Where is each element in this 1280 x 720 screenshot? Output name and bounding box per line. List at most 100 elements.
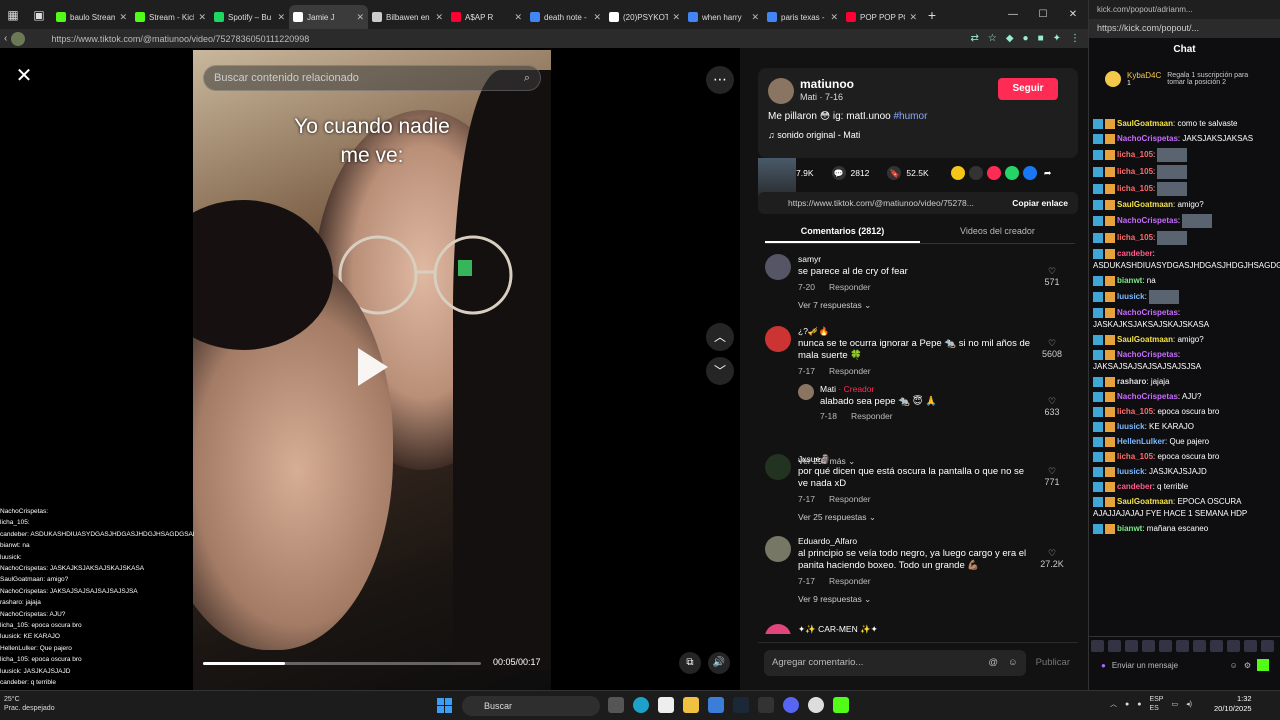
tab-close-icon[interactable]: ✕ bbox=[514, 12, 522, 23]
chat-username[interactable]: SaulGoatmaan bbox=[1117, 119, 1173, 128]
heart-icon[interactable]: ♡ bbox=[1037, 548, 1067, 559]
tab-close-icon[interactable]: ✕ bbox=[830, 12, 838, 23]
tab-close-icon[interactable]: ✕ bbox=[909, 12, 917, 23]
chat-username[interactable]: licha_105 bbox=[1117, 184, 1153, 193]
emoji-icon[interactable]: ☺ bbox=[1008, 657, 1018, 668]
facebook-icon[interactable] bbox=[1022, 166, 1037, 180]
creator-avatar[interactable] bbox=[798, 384, 814, 400]
emoji-icon[interactable]: ☺ bbox=[1230, 661, 1238, 670]
volume-icon[interactable]: ◂) bbox=[1186, 700, 1192, 708]
follow-button[interactable]: Seguir bbox=[998, 78, 1058, 100]
close-window-icon[interactable]: ✕ bbox=[1058, 0, 1088, 29]
commenter-avatar[interactable] bbox=[765, 536, 791, 562]
mic-icon[interactable]: ● bbox=[1101, 661, 1106, 670]
new-tab-button[interactable]: + bbox=[921, 7, 943, 23]
weather-widget[interactable]: 25°C Prac. despejado bbox=[4, 695, 55, 713]
browser-tab[interactable]: (20)PSYKOTI ✕ bbox=[605, 5, 684, 29]
emote-icon[interactable] bbox=[1261, 640, 1274, 652]
view-replies-button[interactable]: Ver 7 respuestas ⌄ bbox=[798, 300, 871, 311]
emote-icon[interactable] bbox=[1193, 640, 1206, 652]
search-icon[interactable]: ⌕ bbox=[524, 72, 530, 85]
close-icon[interactable]: ✕ bbox=[12, 64, 36, 88]
chat-username[interactable]: licha_105 bbox=[1117, 167, 1153, 176]
kick-app-icon[interactable] bbox=[833, 697, 849, 713]
browser-tab[interactable]: A$AP R ✕ bbox=[447, 5, 526, 29]
tab-close-icon[interactable]: ✕ bbox=[435, 12, 443, 23]
tray-app-icon[interactable]: ● bbox=[1125, 701, 1129, 708]
emote-icon[interactable] bbox=[1091, 640, 1104, 652]
view-replies-button[interactable]: Ver 25 respuestas ⌄ bbox=[798, 512, 876, 523]
url-input[interactable]: https://www.tiktok.com/@matiunoo/video/7… bbox=[51, 30, 962, 47]
tab-close-icon[interactable]: ✕ bbox=[356, 12, 364, 23]
video-progress-bar[interactable] bbox=[203, 662, 481, 665]
tray-chevron-icon[interactable]: ︿ bbox=[1110, 699, 1117, 709]
start-icon[interactable] bbox=[437, 698, 453, 714]
browser-tab[interactable]: Bilbawen en ✕ bbox=[368, 5, 447, 29]
video-player[interactable]: Buscar contenido relacionado ⌕ Yo cuando… bbox=[193, 50, 551, 690]
like-stat[interactable]: 7.9K bbox=[796, 168, 814, 178]
browser-tab[interactable]: Stream - Kick ✕ bbox=[131, 5, 210, 29]
commenter-name[interactable]: samyr bbox=[798, 254, 821, 264]
emote-icon[interactable] bbox=[1244, 640, 1257, 652]
commenter-avatar[interactable] bbox=[765, 624, 791, 634]
heart-icon[interactable]: ♡ bbox=[1037, 466, 1067, 477]
view-replies-button[interactable]: Ver 9 respuestas ⌄ bbox=[798, 594, 871, 605]
volume-icon[interactable]: 🔊 bbox=[708, 652, 730, 674]
reply-button[interactable]: Responder bbox=[829, 576, 871, 586]
bookmark-star-icon[interactable]: ☆ bbox=[988, 33, 997, 44]
chat-username[interactable]: HellenLulker bbox=[1117, 437, 1165, 446]
chat-username[interactable]: SaulGoatmaan bbox=[1117, 497, 1173, 506]
steam-icon[interactable] bbox=[733, 697, 749, 713]
heart-icon[interactable]: ♡ bbox=[1037, 396, 1067, 407]
chat-username[interactable]: luusick bbox=[1117, 292, 1145, 301]
back-icon[interactable]: ‹ bbox=[0, 33, 11, 44]
tray-app-icon[interactable]: ● bbox=[1137, 701, 1141, 708]
sound-link[interactable]: ♫ sonido original - Mati bbox=[768, 130, 860, 140]
more-options-button[interactable]: ⋯ bbox=[706, 66, 734, 94]
extension-icon[interactable]: ◆ bbox=[1006, 33, 1014, 44]
commenter-name[interactable]: ✦✨ CAR-MEN ✨✦ bbox=[798, 624, 878, 634]
chat-username[interactable]: SaulGoatmaan bbox=[1117, 335, 1173, 344]
chat-username[interactable]: licha_105 bbox=[1117, 452, 1153, 461]
share-arrow-icon[interactable]: ➦ bbox=[1040, 166, 1055, 180]
next-video-button[interactable]: ﹀ bbox=[706, 357, 734, 385]
share-friends-icon[interactable] bbox=[950, 166, 965, 180]
tab-close-icon[interactable]: ✕ bbox=[672, 12, 680, 23]
chat-username[interactable]: rasharo bbox=[1117, 377, 1146, 386]
chat-username[interactable]: candeber bbox=[1117, 249, 1153, 258]
chat-username[interactable]: licha_105 bbox=[1117, 407, 1153, 416]
app-icon[interactable] bbox=[758, 697, 774, 713]
browser-tab[interactable]: death note - ✕ bbox=[526, 5, 605, 29]
author-avatar[interactable] bbox=[768, 78, 794, 104]
reply-button[interactable]: Responder bbox=[851, 411, 893, 421]
emote-icon[interactable] bbox=[1159, 640, 1172, 652]
chat-username[interactable]: luusick bbox=[1117, 467, 1145, 476]
taskbar-search[interactable]: Buscar bbox=[462, 696, 600, 716]
edge-icon[interactable] bbox=[633, 697, 649, 713]
embed-icon[interactable] bbox=[968, 166, 983, 180]
chat-username[interactable]: NachoCrispetas bbox=[1117, 134, 1178, 143]
task-view-icon[interactable] bbox=[608, 697, 624, 713]
puzzle-icon[interactable]: ✦ bbox=[1053, 33, 1061, 44]
commenter-name[interactable]: Eduardo_Alfaro bbox=[798, 536, 857, 546]
maximize-icon[interactable]: ☐ bbox=[1028, 0, 1058, 29]
language-indicator[interactable]: ESP ES bbox=[1149, 695, 1163, 713]
tab-comments[interactable]: Comentarios (2812) bbox=[765, 220, 920, 243]
related-search-input[interactable]: Buscar contenido relacionado ⌕ bbox=[203, 65, 541, 91]
chat-username[interactable]: licha_105 bbox=[1117, 233, 1153, 242]
play-icon[interactable] bbox=[358, 348, 388, 386]
comment-like[interactable]: ♡ 633 bbox=[1037, 396, 1067, 417]
browser-tab[interactable]: POP POP PO ✕ bbox=[842, 5, 921, 29]
comment-like[interactable]: ♡ 27.2K bbox=[1037, 548, 1067, 569]
extension-icon[interactable]: ■ bbox=[1038, 33, 1044, 44]
chat-username[interactable]: candeber bbox=[1117, 482, 1153, 491]
network-icon[interactable]: ▭ bbox=[1171, 700, 1178, 708]
heart-icon[interactable]: ♡ bbox=[1037, 338, 1067, 349]
copy-link-button[interactable]: Copiar enlace bbox=[1012, 198, 1078, 208]
clock[interactable]: 1:32 20/10/2025 bbox=[1214, 694, 1252, 714]
chat-username[interactable]: bianwt bbox=[1117, 276, 1142, 285]
browser-tab[interactable]: Spotify – Bu ✕ bbox=[210, 5, 289, 29]
emote-icon[interactable] bbox=[1227, 640, 1240, 652]
profile-avatar[interactable] bbox=[11, 31, 26, 46]
author-username[interactable]: matiunoo bbox=[800, 77, 854, 91]
